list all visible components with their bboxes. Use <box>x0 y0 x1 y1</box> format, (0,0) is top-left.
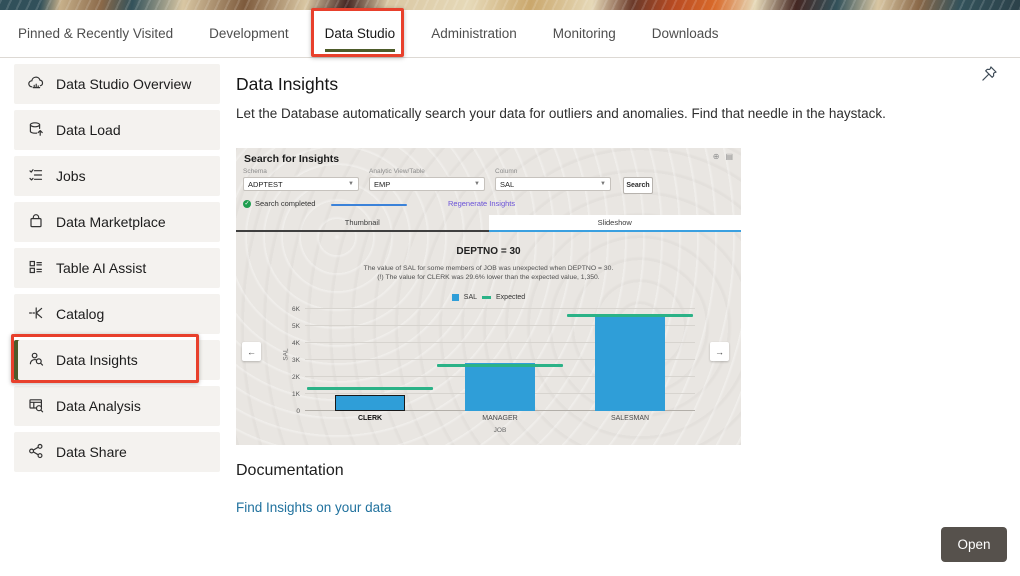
sidebar-item-data-share[interactable]: Data Share <box>14 432 220 472</box>
legend-expected-label: Expected <box>496 294 525 301</box>
search-button: Search <box>623 177 653 194</box>
sidebar-item-label: Data Studio Overview <box>56 76 191 92</box>
open-button[interactable]: Open <box>941 527 1007 562</box>
x-category-label: MANAGER <box>482 415 517 422</box>
sidebar-item-jobs[interactable]: Jobs <box>14 156 220 196</box>
chevron-down-icon: ▼ <box>348 181 354 187</box>
column-label: Column <box>495 168 611 175</box>
previous-insight-button: ← <box>242 342 261 361</box>
sidebar-item-label: Table AI Assist <box>56 260 146 276</box>
y-tick-label: 3K <box>292 357 300 364</box>
progress-bar <box>331 204 407 206</box>
bar-clerk <box>335 395 405 411</box>
x-axis-label: JOB <box>494 427 507 434</box>
expected-line-clerk <box>307 387 433 390</box>
database-upload-icon <box>27 120 45 141</box>
tab-slideshow: Slideshow <box>489 215 742 232</box>
chart-subtitle-line1: The value of SAL for some members of JOB… <box>236 264 741 273</box>
bar-salesman <box>595 316 665 411</box>
schema-label: Schema <box>243 168 359 175</box>
sidebar-item-label: Data Marketplace <box>56 214 166 230</box>
chart-subtitle: The value of SAL for some members of JOB… <box>236 264 741 282</box>
chevron-down-icon: ▼ <box>474 181 480 187</box>
y-axis-label: SAL <box>283 348 290 360</box>
expected-line-salesman <box>567 314 693 317</box>
check-circle-icon: ✓ <box>243 200 251 208</box>
chart-subtitle-line2: (!) The value for CLERK was 29.6% lower … <box>236 273 741 282</box>
tab-thumbnail: Thumbnail <box>236 215 489 232</box>
bar-manager <box>465 363 535 411</box>
find-insights-link[interactable]: Find Insights on your data <box>236 500 391 515</box>
sidebar-item-label: Data Load <box>56 122 121 138</box>
sidebar-item-label: Data Analysis <box>56 398 141 414</box>
layout-list-icon <box>27 258 45 279</box>
sidebar-item-label: Data Insights <box>56 352 138 368</box>
binoculars-icon: ⊕ <box>713 152 720 161</box>
shopping-bag-icon <box>27 212 45 233</box>
status-text: Search completed <box>255 199 315 208</box>
documentation-heading: Documentation <box>236 462 344 480</box>
sidebar-item-data-insights[interactable]: Data Insights <box>14 340 220 380</box>
chevron-down-icon: ▼ <box>600 181 606 187</box>
x-category-label: CLERK <box>358 415 382 422</box>
legend-sal-label: SAL <box>464 294 477 301</box>
sidebar-item-catalog[interactable]: Catalog <box>14 294 220 334</box>
x-category-label: SALESMAN <box>611 415 649 422</box>
page-description: Let the Database automatically search yo… <box>236 106 886 121</box>
task-list-icon <box>27 166 45 187</box>
page-title: Data Insights <box>236 74 338 95</box>
analytic-view-value: EMP <box>374 180 390 189</box>
sidebar-item-data-marketplace[interactable]: Data Marketplace <box>14 202 220 242</box>
preview-toolbar-icons: ⊕ ▤ <box>713 152 733 161</box>
sidebar-item-data-studio-overview[interactable]: Data Studio Overview <box>14 64 220 104</box>
next-insight-button: → <box>710 342 729 361</box>
analytic-view-field: Analytic View/Table EMP ▼ <box>369 168 485 191</box>
y-tick-label: 5K <box>292 323 300 330</box>
search-status: ✓ Search completed <box>243 199 315 208</box>
legend-sal-swatch <box>452 294 459 301</box>
y-tick-label: 4K <box>292 340 300 347</box>
lineage-icon <box>27 304 45 325</box>
schema-value: ADPTEST <box>248 180 283 189</box>
column-value: SAL <box>500 180 514 189</box>
analytic-view-label: Analytic View/Table <box>369 168 485 175</box>
schema-field: Schema ADPTEST ▼ <box>243 168 359 191</box>
pin-button[interactable] <box>978 64 1000 86</box>
sidebar-item-table-ai-assist[interactable]: Table AI Assist <box>14 248 220 288</box>
regenerate-insights-link: Regenerate Insights <box>448 199 515 208</box>
preview-title: Search for Insights <box>244 153 339 165</box>
chart-title: DEPTNO = 30 <box>236 246 741 257</box>
data-studio-sidebar: Data Studio Overview Data Load Jobs Data <box>14 64 220 478</box>
y-tick-label: 2K <box>292 374 300 381</box>
cloud-analytics-icon <box>27 74 45 95</box>
expected-line-manager <box>437 364 563 367</box>
y-tick-label: 1K <box>292 391 300 398</box>
sidebar-item-label: Catalog <box>56 306 104 322</box>
analytic-view-select: EMP ▼ <box>369 177 485 191</box>
sidebar-item-label: Data Share <box>56 444 127 460</box>
bar-chart-plot: 01K2K3K4K5K6KCLERKMANAGERSALESMAN <box>305 309 695 411</box>
sidebar-item-label: Jobs <box>56 168 86 184</box>
person-search-icon <box>27 350 45 371</box>
column-select: SAL ▼ <box>495 177 611 191</box>
preview-view-tabs: Thumbnail Slideshow <box>236 215 741 232</box>
chart-legend: SAL Expected <box>236 294 741 301</box>
legend-expected-swatch <box>482 296 491 299</box>
y-tick-label: 0 <box>296 408 300 415</box>
menu-icon: ▤ <box>725 152 733 161</box>
sidebar-item-data-analysis[interactable]: Data Analysis <box>14 386 220 426</box>
table-search-icon <box>27 396 45 417</box>
insights-preview-image: Search for Insights ⊕ ▤ Schema ADPTEST ▼… <box>236 148 741 445</box>
pushpin-icon <box>981 70 998 85</box>
sidebar-item-data-load[interactable]: Data Load <box>14 110 220 150</box>
main-content: Data Insights Let the Database automatic… <box>236 0 1020 576</box>
schema-select: ADPTEST ▼ <box>243 177 359 191</box>
share-nodes-icon <box>27 442 45 463</box>
y-tick-label: 6K <box>292 306 300 313</box>
tab-pinned-recently-visited[interactable]: Pinned & Recently Visited <box>0 10 191 57</box>
column-field: Column SAL ▼ <box>495 168 611 191</box>
